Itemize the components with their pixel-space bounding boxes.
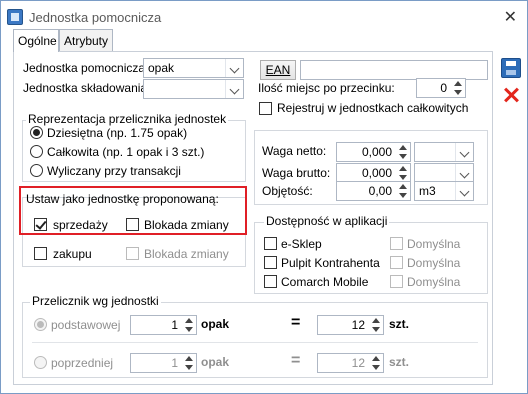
eshop-label: e-Sklep <box>281 237 322 251</box>
mobile-default-label: Domyślna <box>407 275 461 289</box>
radio-whole-label: Całkowita (np. 1 opak i 3 szt.) <box>47 145 205 159</box>
spinner-icon[interactable] <box>369 354 383 372</box>
customer-desk-label: Pulpit Kontrahenta <box>281 256 380 270</box>
decimals-input[interactable]: 0 <box>416 78 466 98</box>
net-weight-label: Waga netto: <box>262 144 327 158</box>
radio-decimal[interactable] <box>30 126 43 139</box>
tab-general[interactable]: Ogólne <box>13 29 59 52</box>
eshop-checkbox[interactable] <box>264 237 277 250</box>
radio-previous[interactable] <box>34 356 47 369</box>
sales-block-checkbox[interactable] <box>126 218 139 231</box>
base-left-input[interactable]: 1 <box>130 315 197 335</box>
chevron-down-icon[interactable] <box>455 143 473 161</box>
base-right-input[interactable]: 12 <box>317 315 384 335</box>
net-weight-unit-combo[interactable] <box>414 142 474 162</box>
purchase-block-checkbox[interactable] <box>126 247 139 260</box>
eshop-default-label: Domyślna <box>407 237 461 251</box>
net-weight-input[interactable]: 0,000 <box>336 142 411 162</box>
sales-checkbox[interactable] <box>34 218 47 231</box>
purchase-label: zakupu <box>53 247 92 261</box>
sales-label: sprzedaży <box>53 218 108 232</box>
volume-unit-combo[interactable]: m3 <box>414 181 474 201</box>
spinner-icon[interactable] <box>396 182 410 200</box>
mobile-label: Comarch Mobile <box>281 275 369 289</box>
chevron-down-icon[interactable] <box>225 80 243 98</box>
volume-label: Objętość: <box>262 184 313 198</box>
customer-desk-checkbox[interactable] <box>264 256 277 269</box>
tab-panel: Jednostka pomocnicza: opak Jednostka skł… <box>13 51 493 385</box>
tab-attributes[interactable]: Atrybuty <box>59 29 113 51</box>
converter-title: Przelicznik wg jednostki <box>30 294 161 308</box>
radio-decimal-label: Dziesiętna (np. 1.75 opak) <box>47 126 188 140</box>
delete-icon[interactable] <box>501 85 521 105</box>
mobile-checkbox[interactable] <box>264 275 277 288</box>
prev-right-unit: szt. <box>389 355 410 369</box>
mobile-default-checkbox[interactable] <box>390 275 403 288</box>
gross-weight-input[interactable]: 0,000 <box>336 163 411 183</box>
prev-left-input[interactable]: 1 <box>130 353 197 373</box>
save-icon[interactable] <box>501 58 521 78</box>
ean-input[interactable] <box>300 60 488 80</box>
ean-button[interactable]: EAN <box>260 60 296 80</box>
spinner-icon[interactable] <box>396 143 410 161</box>
window-title: Jednostka pomocnicza <box>29 10 162 25</box>
prev-left-unit: opak <box>201 355 230 369</box>
radio-transaction-label: Wyliczany przy transakcji <box>47 164 181 178</box>
gross-weight-label: Waga brutto: <box>262 166 331 180</box>
spinner-icon[interactable] <box>182 354 196 372</box>
prev-right-input[interactable]: 12 <box>317 353 384 373</box>
gross-weight-unit-combo[interactable] <box>414 163 474 183</box>
prev-equals: = <box>291 352 301 369</box>
divider <box>32 342 478 343</box>
chevron-down-icon[interactable] <box>225 59 243 77</box>
purchase-checkbox[interactable] <box>34 247 47 260</box>
close-icon[interactable]: ✕ <box>504 7 517 27</box>
app-window-icon <box>7 9 23 25</box>
register-whole-checkbox[interactable] <box>259 102 272 115</box>
radio-whole[interactable] <box>30 145 43 158</box>
purchase-block-label: Blokada zmiany <box>144 247 229 261</box>
radio-base-label: podstawowej <box>51 318 121 332</box>
radio-base[interactable] <box>34 318 47 331</box>
aux-unit-combo[interactable]: opak <box>143 58 244 78</box>
spinner-icon[interactable] <box>369 316 383 334</box>
eshop-default-checkbox[interactable] <box>390 237 403 250</box>
spinner-icon[interactable] <box>396 164 410 182</box>
proposed-unit-title: Ustaw jako jednostkę proponowaną: <box>26 192 219 206</box>
aux-unit-label: Jednostka pomocnicza: <box>23 61 149 75</box>
sales-block-label: Blokada zmiany <box>144 218 229 232</box>
volume-input[interactable]: 0,00 <box>336 181 411 201</box>
decimals-label: Ilość miejsc po przecinku: <box>258 81 395 95</box>
chevron-down-icon[interactable] <box>455 164 473 182</box>
base-equals: = <box>291 314 301 331</box>
customer-desk-default-label: Domyślna <box>407 256 461 270</box>
warehouse-unit-combo[interactable] <box>143 79 244 99</box>
spinner-icon[interactable] <box>182 316 196 334</box>
availability-title: Dostępność w aplikacji <box>264 214 390 228</box>
warehouse-unit-label: Jednostka składowania: <box>23 81 151 95</box>
register-whole-label: Rejestruj w jednostkach całkowitych <box>277 101 469 115</box>
radio-transaction[interactable] <box>30 164 43 177</box>
radio-previous-label: poprzedniej <box>51 356 114 370</box>
conversion-repr-title: Reprezentacja przelicznika jednostek <box>26 112 229 126</box>
customer-desk-default-checkbox[interactable] <box>390 256 403 269</box>
dialog-window: Jednostka pomocnicza ✕ Ogólne Atrybuty J… <box>0 0 528 394</box>
base-right-unit: szt. <box>389 317 410 331</box>
spinner-icon[interactable] <box>451 79 465 97</box>
base-left-unit: opak <box>201 317 230 331</box>
chevron-down-icon[interactable] <box>455 182 473 200</box>
